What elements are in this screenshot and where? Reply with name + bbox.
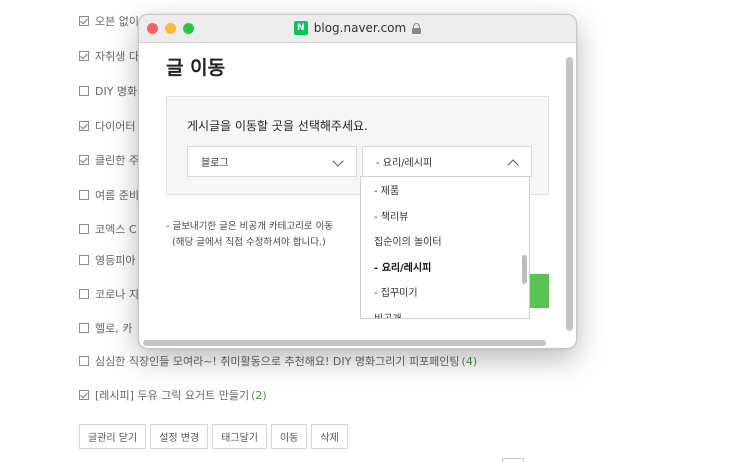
comment-count: (2) <box>251 388 267 402</box>
delete-button[interactable]: 삭제 <box>311 424 348 449</box>
list-item[interactable]: 영등피아 <box>79 250 135 270</box>
post-title[interactable]: [레시피] 두유 그릭 요거트 만들기 <box>95 387 249 403</box>
post-title[interactable]: 영등피아 <box>95 252 135 268</box>
post-title[interactable]: 헬로, 카 <box>95 320 132 336</box>
row-checkbox[interactable] <box>79 255 89 265</box>
row-checkbox[interactable] <box>79 390 89 400</box>
close-management-button[interactable]: 글관리 닫기 <box>79 424 147 449</box>
row-checkbox[interactable] <box>79 155 89 165</box>
dropdown-option[interactable]: - 집꾸미기 <box>361 279 529 305</box>
dropdown-option[interactable]: 비공개 <box>361 305 529 318</box>
notice-text: - 글보내기한 글은 비공개 카테고리로 이동 (해당 글에서 직접 수정하셔야… <box>166 219 333 251</box>
post-title[interactable]: 심심한 직장인들 모여라~! 취미활동으로 추천해요! DIY 명화그리기 피포… <box>95 353 460 369</box>
post-title[interactable]: 자취생 다 <box>95 48 139 64</box>
dropdown-option[interactable]: - 책리뷰 <box>361 203 529 229</box>
move-post-popup: N blog.naver.com 글 이동 게시글을 이동할 곳을 선택해주세요… <box>138 14 577 349</box>
list-item[interactable]: 심심한 직장인들 모여라~! 취미활동으로 추천해요! DIY 명화그리기 피포… <box>79 351 477 371</box>
window-titlebar[interactable]: N blog.naver.com <box>139 15 576 43</box>
list-item[interactable]: 코엑스 C <box>79 219 137 239</box>
note-area: - 글보내기한 글은 비공개 카테고리로 이동 (해당 글에서 직접 수정하셔야… <box>139 43 361 339</box>
page-fragment <box>502 458 524 462</box>
post-actions-toolbar: 글관리 닫기 설정 변경 태그달기 이동 삭제 <box>79 424 348 449</box>
notice-line-2: (해당 글에서 직접 수정하셔야 합니다.) <box>172 237 326 248</box>
list-item[interactable]: 다이어터 <box>79 116 135 136</box>
dropdown-scroll-thumb[interactable] <box>522 255 527 284</box>
row-checkbox[interactable] <box>79 121 89 131</box>
row-checkbox[interactable] <box>79 16 89 26</box>
row-checkbox[interactable] <box>79 190 89 200</box>
add-tag-button[interactable]: 태그달기 <box>212 424 267 449</box>
address-display: N blog.naver.com <box>139 21 576 35</box>
chevron-up-icon <box>507 159 519 171</box>
comment-count: (4) <box>461 354 478 368</box>
row-checkbox[interactable] <box>79 224 89 234</box>
list-item[interactable]: 클린한 주 <box>79 150 139 170</box>
url-text: blog.naver.com <box>313 21 407 35</box>
popup-content: 글 이동 게시글을 이동할 곳을 선택해주세요. 블로그 - 요리/레시피 - … <box>139 43 568 339</box>
row-checkbox[interactable] <box>79 86 89 96</box>
list-item[interactable]: [레시피] 두유 그릭 요거트 만들기 (2) <box>79 385 267 405</box>
list-item[interactable]: 헬로, 카 <box>79 318 132 338</box>
notice-line-1: - 글보내기한 글은 비공개 카테고리로 이동 <box>166 221 334 232</box>
post-title[interactable]: DIY 명화 <box>95 83 137 99</box>
post-title[interactable]: 다이어터 <box>95 118 135 134</box>
dropdown-scrollbar[interactable] <box>521 177 527 318</box>
list-item[interactable]: 여름 준비 <box>79 185 139 205</box>
post-title[interactable]: 오븐 없이 <box>95 13 139 29</box>
list-item[interactable]: DIY 명화 <box>79 81 137 101</box>
lock-icon <box>412 22 422 34</box>
list-item[interactable]: 자취생 다 <box>79 46 139 66</box>
naver-site-icon: N <box>293 21 308 35</box>
confirm-button[interactable] <box>529 274 549 308</box>
row-checkbox[interactable] <box>79 51 89 61</box>
list-item[interactable]: 오븐 없이 <box>79 11 139 31</box>
window-horizontal-scrollbar[interactable] <box>143 340 546 346</box>
row-checkbox[interactable] <box>79 323 89 333</box>
list-item[interactable]: 코로나 지 <box>79 284 139 304</box>
dropdown-option[interactable]: - 제품 <box>361 177 529 203</box>
post-title[interactable]: 클린한 주 <box>95 152 139 168</box>
dropdown-option-selected[interactable]: - 요리/레시피 <box>361 254 529 280</box>
window-vertical-scroll-thumb[interactable] <box>566 57 573 331</box>
category-dropdown-list: - 제품 - 책리뷰 집순이의 놀이터 - 요리/레시피 - 집꾸미기 비공개 <box>360 176 530 319</box>
change-settings-button[interactable]: 설정 변경 <box>150 424 209 449</box>
move-button[interactable]: 이동 <box>270 424 308 449</box>
category-select-value: - 요리/레시피 <box>376 158 433 169</box>
row-checkbox[interactable] <box>79 289 89 299</box>
post-title[interactable]: 코로나 지 <box>95 286 139 302</box>
category-select[interactable]: - 요리/레시피 <box>362 146 532 177</box>
post-title[interactable]: 여름 준비 <box>95 187 139 203</box>
dropdown-option[interactable]: 집순이의 놀이터 <box>361 228 529 254</box>
post-title[interactable]: 코엑스 C <box>95 221 137 237</box>
row-checkbox[interactable] <box>79 356 89 366</box>
